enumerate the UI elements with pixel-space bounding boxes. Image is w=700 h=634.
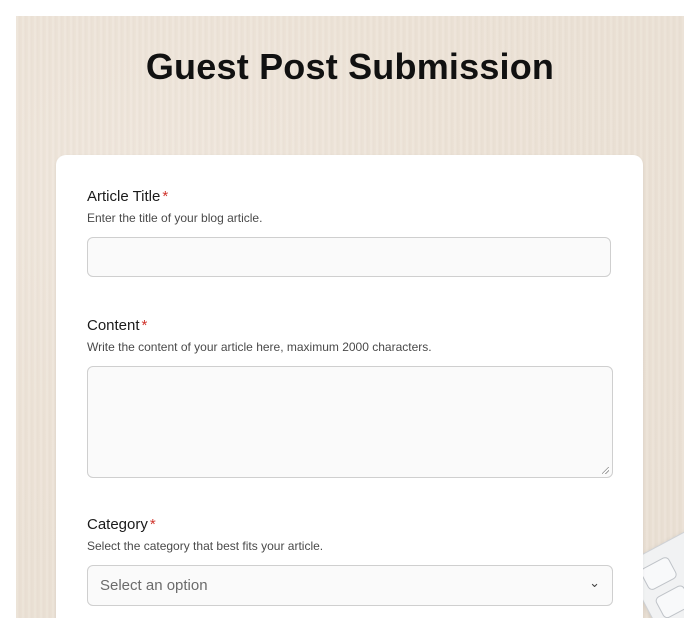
content-field: Content * Write the content of your artic… [87,317,613,478]
page-background: Guest Post Submission Article Title * Ent… [16,16,684,618]
article-title-help: Enter the title of your blog article. [87,211,263,225]
content-label: Content * [87,317,613,335]
category-select-placeholder: Select an option [100,577,208,594]
category-field: Category * Select the category that best … [87,516,613,606]
content-label-text: Content [87,317,140,334]
resize-handle-icon[interactable] [602,467,609,474]
form-card: Article Title * Enter the title of your b… [56,155,643,618]
category-label-text: Category [87,516,148,533]
content-textarea[interactable] [87,366,613,478]
content-help: Write the content of your article here, … [87,340,432,354]
category-label: Category * [87,516,613,534]
article-title-field: Article Title * Enter the title of your b… [87,188,613,277]
page-title: Guest Post Submission [145,46,555,87]
article-title-label: Article Title * [87,188,613,206]
required-asterisk: * [149,516,156,533]
category-help: Select the category that best fits your … [87,539,324,553]
required-asterisk: * [162,188,169,205]
article-title-label-text: Article Title [87,188,161,205]
category-select[interactable]: Select an option ⌄ [87,565,613,606]
required-asterisk: * [141,317,148,334]
chevron-down-icon: ⌄ [589,575,600,590]
article-title-input[interactable] [87,237,611,277]
